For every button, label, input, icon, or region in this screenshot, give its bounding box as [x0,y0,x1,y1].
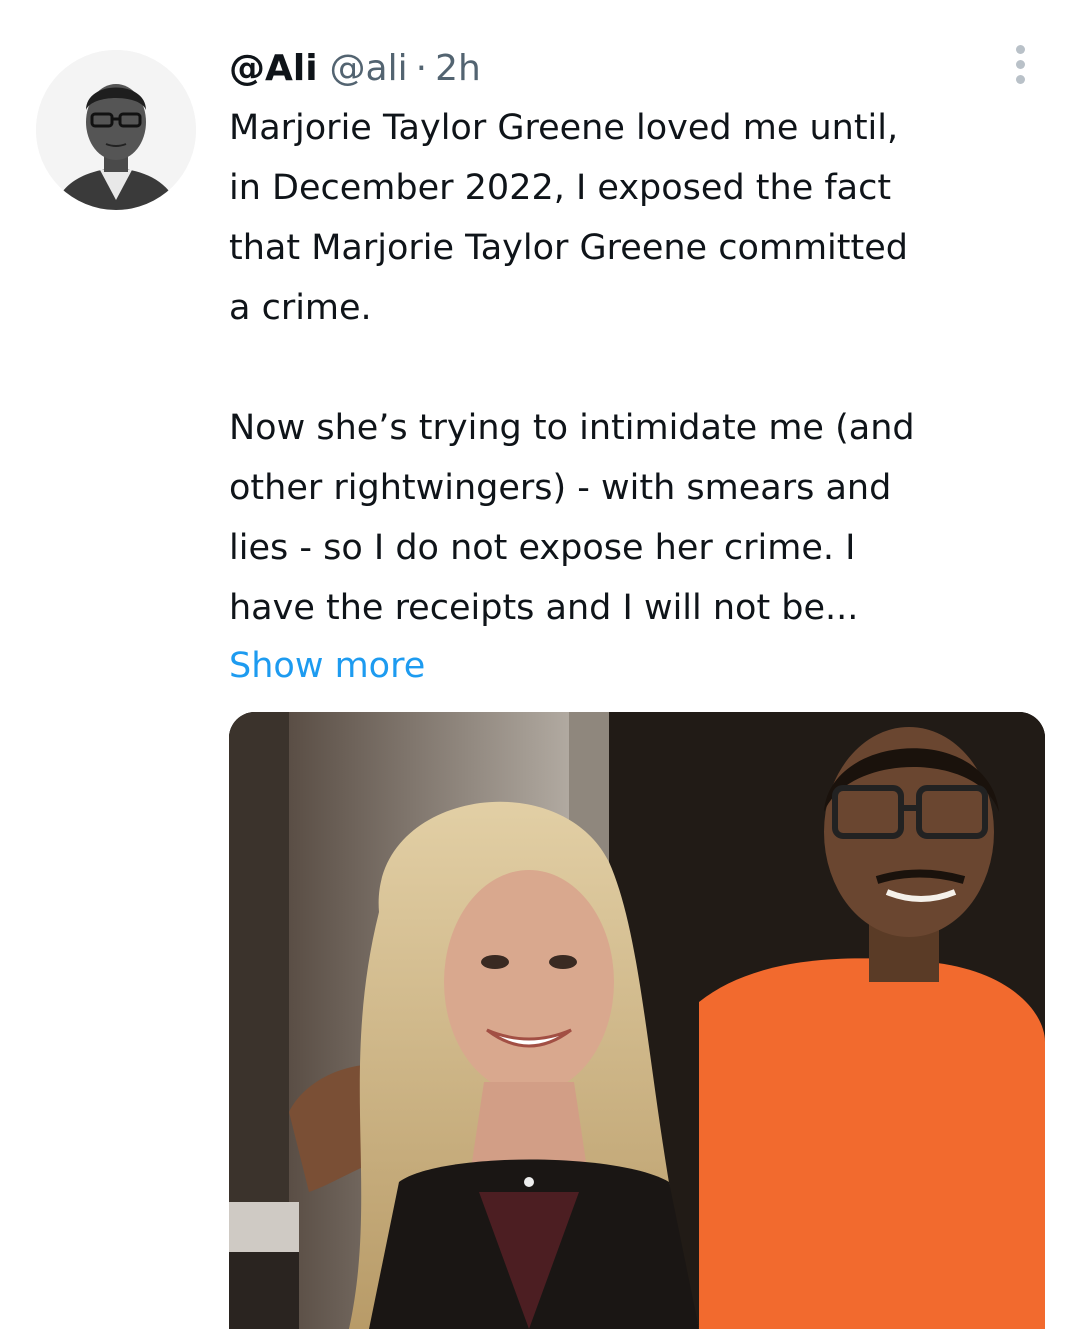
more-options-button[interactable] [1000,40,1040,88]
more-vertical-icon-dot [1015,59,1025,69]
user-handle[interactable]: @ali [330,44,408,94]
text-line: a crime. [229,288,372,328]
tweet-text: Marjorie Taylor Greene loved me until, i… [229,98,1049,638]
tweet-header: @Ali @ali · 2h [229,44,481,94]
text-line: that Marjorie Taylor Greene committed [229,228,908,268]
show-more-link[interactable]: Show more [229,636,425,696]
avatar-photo [36,50,196,210]
text-line: in December 2022, I exposed the fact [229,168,892,208]
text-line: Now she’s trying to intimidate me (and [229,408,915,448]
avatar[interactable] [36,50,196,210]
tweet[interactable]: @Ali @ali · 2h Marjorie Taylor Greene lo… [0,0,1080,1329]
timestamp[interactable]: 2h [435,44,481,94]
text-line: Marjorie Taylor Greene loved me until, [229,108,899,148]
display-name[interactable]: @Ali [229,44,318,94]
photo-image [229,712,1045,1329]
more-vertical-icon [1015,44,1025,54]
text-line: other rightwingers) - with smears and [229,468,892,508]
tweet-photo[interactable] [229,712,1045,1329]
text-line: have the receipts and I will not be... [229,588,859,628]
more-vertical-icon-dot [1015,74,1025,84]
separator-dot: · [415,48,428,89]
text-line: lies - so I do not expose her crime. I [229,528,856,568]
tweet-paragraph-1: Marjorie Taylor Greene loved me until, i… [229,98,1049,338]
tweet-paragraph-2: Now she’s trying to intimidate me (and o… [229,398,1049,638]
